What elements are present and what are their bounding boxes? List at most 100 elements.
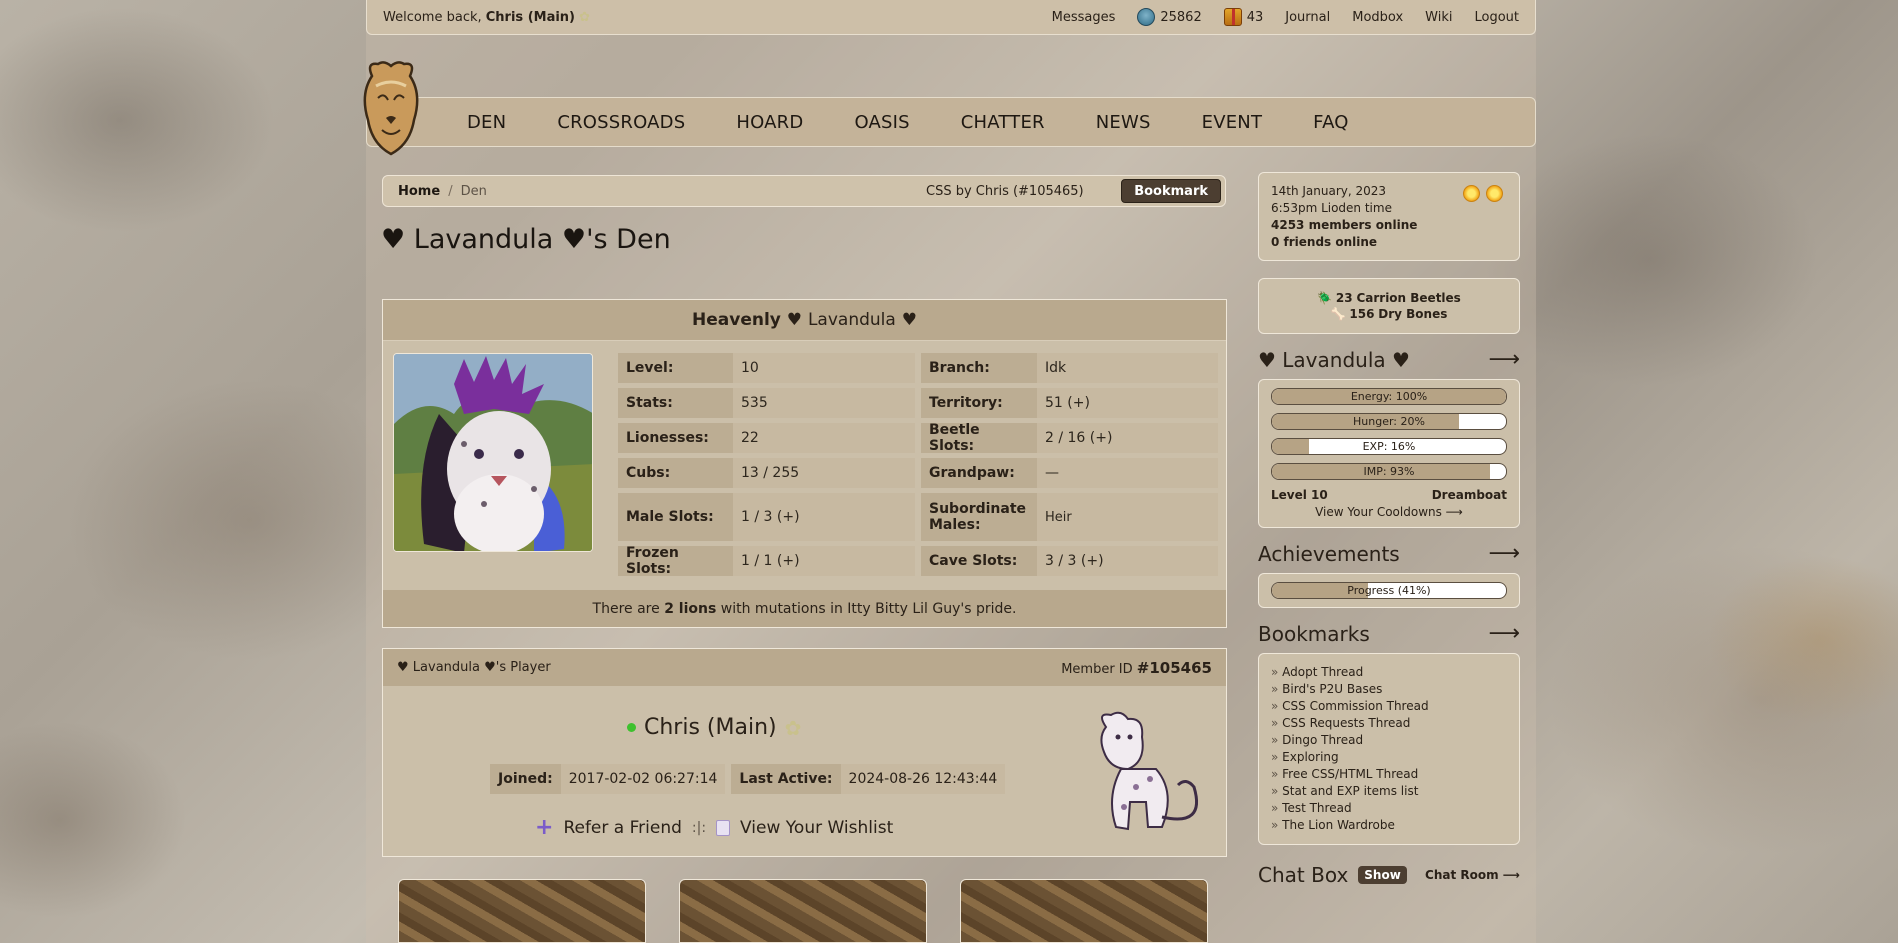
carrion-beetles-label: Carrion Beetles: [1356, 291, 1461, 305]
modbox-link[interactable]: Modbox: [1352, 10, 1403, 25]
friends-online[interactable]: 0 friends online: [1271, 235, 1377, 249]
currency-box: 🪲 23 Carrion Beetles 🦴 156 Dry Bones: [1258, 278, 1520, 334]
lion-thumbnail[interactable]: [398, 879, 646, 943]
bookmark-item[interactable]: Test Thread: [1271, 800, 1507, 817]
carrion-beetles-count: 23: [1335, 291, 1353, 305]
nav-hoard[interactable]: HOARD: [736, 112, 803, 133]
refer-friend-link[interactable]: Refer a Friend: [563, 818, 681, 838]
breadcrumb-current: Den: [460, 183, 487, 199]
username-link[interactable]: Chris (Main): [486, 10, 575, 25]
nav-news[interactable]: NEWS: [1096, 112, 1151, 133]
mutation-suffix: with mutations in Itty Bitty Lil Guy's p…: [720, 600, 1017, 617]
mutation-prefix: There are: [592, 600, 660, 617]
carrion-beetles: 🪲 23 Carrion Beetles: [1317, 291, 1461, 305]
css-credit[interactable]: CSS by Chris (#105465): [926, 184, 1084, 199]
breadcrumb-home[interactable]: Home: [398, 184, 440, 199]
bookmark-item[interactable]: CSS Requests Thread: [1271, 715, 1507, 732]
cooldowns-link[interactable]: View Your Cooldowns ⟶: [1271, 505, 1507, 519]
progress-bar: Progress (41%): [1271, 582, 1507, 599]
top-links: Messages 25862 43 Journal Modbox Wiki Lo…: [1052, 8, 1519, 26]
arrow-right-icon[interactable]: ⟶: [1488, 347, 1520, 372]
sun-icon: [1463, 185, 1480, 202]
bookmark-item[interactable]: Exploring: [1271, 749, 1507, 766]
nav-den[interactable]: DEN: [467, 112, 506, 133]
lion-title[interactable]: ♥ Lavandula ♥: [1258, 348, 1410, 372]
main-nav: DEN CROSSROADS HOARD OASIS CHATTER NEWS …: [366, 97, 1536, 147]
bookmark-item[interactable]: Free CSS/HTML Thread: [1271, 766, 1507, 783]
player-card: ♥ Lavandula ♥'s Player Member ID #105465…: [382, 648, 1227, 857]
stat-value: 10: [733, 353, 915, 383]
welcome-message: Welcome back, Chris (Main) ✿: [383, 10, 590, 25]
chat-show-button[interactable]: Show: [1358, 866, 1407, 884]
nav-event[interactable]: EVENT: [1202, 112, 1263, 133]
territory-value[interactable]: 51 (+): [1037, 388, 1218, 418]
exp-label: EXP: 16%: [1362, 440, 1416, 453]
wiki-link[interactable]: Wiki: [1425, 10, 1452, 25]
achievements-box: Progress (41%): [1258, 573, 1520, 608]
level-text: Level 10: [1271, 488, 1328, 502]
bookmark-item[interactable]: Adopt Thread: [1271, 664, 1507, 681]
stat-label: Frozen Slots:: [618, 545, 733, 577]
stat-label: Subordinate Males:: [921, 493, 1037, 541]
mutation-count[interactable]: 2 lions: [664, 601, 716, 617]
lion-name-prefix: Heavenly ♥: [692, 310, 803, 330]
bookmark-item[interactable]: Bird's P2U Bases: [1271, 681, 1507, 698]
lion-section-title: ♥ Lavandula ♥ ⟶: [1258, 347, 1520, 372]
den-card: Heavenly ♥ Lavandula ♥ Level: 10 Branch: Id…: [382, 299, 1227, 628]
welcome-prefix: Welcome back,: [383, 9, 482, 25]
level-mood-row: Level 10 Dreamboat: [1271, 488, 1507, 502]
nav-crossroads[interactable]: CROSSROADS: [557, 112, 685, 133]
player-dates: Joined: 2017-02-02 06:27:14 Last Active: 2…: [490, 764, 1006, 794]
lion-thumbnail[interactable]: [960, 879, 1208, 943]
arrow-right-icon[interactable]: ⟶: [1488, 541, 1520, 566]
journal-link[interactable]: Journal: [1285, 10, 1330, 25]
player-links: + Refer a Friend :|: View Your Wishlist: [535, 815, 893, 840]
heir-link[interactable]: Heir: [1037, 493, 1218, 541]
wishlist-link[interactable]: View Your Wishlist: [740, 818, 893, 838]
achievements-title[interactable]: Achievements: [1258, 542, 1400, 566]
bookmark-item[interactable]: CSS Commission Thread: [1271, 698, 1507, 715]
chat-room-link[interactable]: Chat Room ⟶: [1425, 868, 1520, 882]
lion-thumbnail[interactable]: [679, 879, 927, 943]
bookmark-item[interactable]: Dingo Thread: [1271, 732, 1507, 749]
arrow-right-icon[interactable]: ⟶: [1488, 621, 1520, 646]
gifts-count: 43: [1246, 9, 1264, 25]
stat-label: Territory:: [921, 388, 1037, 418]
time-box: 14th January, 2023 6:53pm Lioden time 42…: [1258, 172, 1520, 261]
messages-link[interactable]: Messages: [1052, 10, 1116, 25]
page-title: ♥ Lavandula ♥'s Den: [381, 224, 671, 255]
progress-label: Progress (41%): [1347, 584, 1431, 597]
gifts-counter[interactable]: 43: [1223, 8, 1264, 26]
nav-oasis[interactable]: OASIS: [854, 112, 909, 133]
bookmark-item[interactable]: The Lion Wardrobe: [1271, 817, 1507, 834]
wishlist-icon: [716, 819, 731, 836]
joined-value: 2017-02-02 06:27:14: [560, 764, 726, 794]
joined-label: Joined:: [490, 764, 561, 794]
imp-label: IMP: 93%: [1363, 465, 1415, 478]
flower-icon: ✿: [784, 715, 802, 740]
lion-name[interactable]: Lavandula: [808, 310, 896, 330]
members-online[interactable]: 4253 members online: [1271, 218, 1417, 232]
lion-name-suffix: ♥: [901, 310, 917, 330]
lion-avatar[interactable]: [393, 353, 593, 552]
nav-chatter[interactable]: CHATTER: [961, 112, 1045, 133]
beetles-counter[interactable]: 25862: [1137, 8, 1202, 26]
breadcrumb-separator: /: [448, 183, 453, 199]
member-id-label: Member ID: [1061, 661, 1133, 677]
male-slots-value[interactable]: 1 / 3 (+): [733, 493, 915, 541]
nav-faq[interactable]: FAQ: [1313, 112, 1348, 133]
bookmarks-title[interactable]: Bookmarks: [1258, 622, 1370, 646]
player-card-header: ♥ Lavandula ♥'s Player Member ID #105465: [383, 649, 1226, 686]
beetle-slots-value[interactable]: 2 / 16 (+): [1037, 423, 1218, 453]
bookmark-item[interactable]: Stat and EXP items list: [1271, 783, 1507, 800]
lioden-logo-icon[interactable]: [352, 58, 430, 158]
stat-label: Cave Slots:: [921, 546, 1037, 576]
stat-label: Beetle Slots:: [921, 422, 1037, 454]
cave-slots-value[interactable]: 3 / 3 (+): [1037, 546, 1218, 576]
logout-link[interactable]: Logout: [1474, 10, 1519, 25]
stat-label: Cubs:: [618, 458, 733, 488]
player-name-text[interactable]: Chris (Main): [644, 715, 777, 740]
bookmark-button[interactable]: Bookmark: [1121, 179, 1221, 203]
frozen-slots-value[interactable]: 1 / 1 (+): [733, 546, 915, 576]
stat-value: —: [1037, 458, 1218, 488]
